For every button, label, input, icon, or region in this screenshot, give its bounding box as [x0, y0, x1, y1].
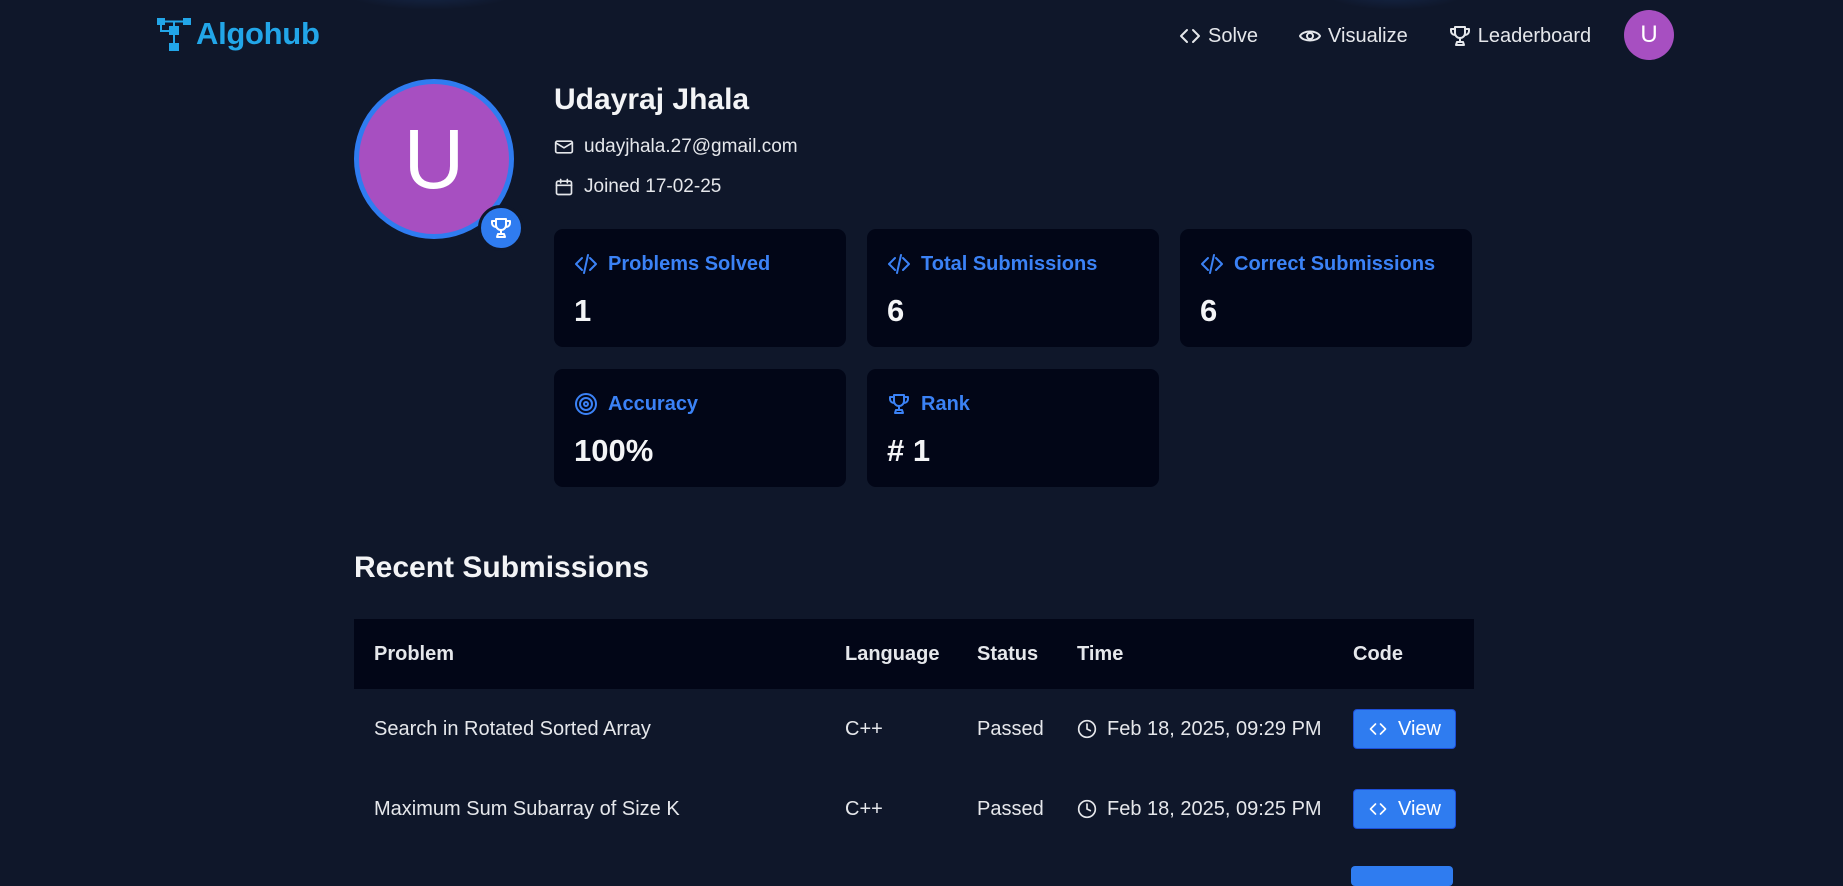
column-header-status: Status	[977, 642, 1039, 665]
submission-time: Feb 18, 2025, 09:29 PM	[1107, 717, 1322, 740]
mail-icon	[554, 140, 574, 154]
clock-icon	[1077, 719, 1097, 739]
brand-logo-link[interactable]: Algohub	[155, 15, 320, 53]
nav-link-label: Leaderboard	[1477, 24, 1592, 47]
joined-date: Joined 17-02-25	[584, 176, 722, 197]
stat-label: Total Submissions	[921, 252, 1098, 275]
stat-card-rank: Rank # 1	[867, 369, 1159, 487]
column-header-language: Language	[845, 642, 940, 665]
trophy-icon	[889, 394, 909, 414]
recent-submissions-title: Recent Submissions	[354, 551, 650, 584]
stat-header: Correct Submissions	[1200, 251, 1452, 277]
target-icon	[575, 393, 597, 415]
submissions-table: Problem Language Status Time Code Search…	[354, 619, 1474, 849]
user-avatar-button[interactable]: U	[1624, 10, 1674, 60]
submission-time: Feb 18, 2025, 09:25 PM	[1107, 797, 1322, 820]
view-button-label: View	[1398, 797, 1441, 820]
language: C++	[845, 717, 883, 740]
stat-header: Problems Solved	[574, 251, 826, 277]
brand-name: Algohub	[196, 16, 320, 51]
calendar-icon	[555, 178, 573, 196]
language: C++	[845, 797, 883, 820]
view-button-label: View	[1398, 717, 1441, 740]
navbar-glow	[1320, 0, 1470, 10]
time-cell: Feb 18, 2025, 09:25 PM	[1057, 769, 1333, 849]
rank-badge	[478, 205, 524, 251]
column-header-problem: Problem	[374, 642, 455, 665]
table-header-row: Problem Language Status Time Code	[354, 619, 1474, 689]
profile-avatar-wrap: U	[354, 79, 524, 251]
stat-header: Accuracy	[574, 391, 826, 417]
table-row: Search in Rotated Sorted Array C++ Passe…	[354, 689, 1474, 769]
eye-icon	[1299, 30, 1322, 42]
nav-links: Solve Visualize Leaderboard	[1178, 20, 1631, 52]
nav-link-leaderboard[interactable]: Leaderboard	[1448, 20, 1591, 52]
view-code-button[interactable]: View	[1353, 789, 1456, 829]
stat-card-total-submissions: Total Submissions 6	[867, 229, 1159, 347]
nav-link-label: Solve	[1208, 24, 1259, 47]
code-icon	[1369, 803, 1387, 815]
user-email: udayjhala.27@gmail.com	[584, 136, 798, 157]
user-info: Udayraj Jhala udayjhala.27@gmail.com Joi…	[554, 80, 798, 214]
trophy-icon	[491, 218, 511, 238]
nav-link-label: Visualize	[1328, 24, 1408, 47]
nav-link-solve[interactable]: Solve	[1178, 20, 1258, 52]
stat-card-problems-solved: Problems Solved 1	[554, 229, 846, 347]
stat-value: 1	[574, 293, 592, 328]
stat-card-correct-submissions: Correct Submissions 6	[1180, 229, 1472, 347]
stat-card-accuracy: Accuracy 100%	[554, 369, 846, 487]
code-icon	[1180, 29, 1200, 43]
email-row: udayjhala.27@gmail.com	[554, 134, 798, 160]
code-icon	[1201, 254, 1223, 274]
joined-row: Joined 17-02-25	[554, 174, 798, 200]
view-code-button-partial[interactable]	[1351, 866, 1453, 886]
code-icon	[1369, 723, 1387, 735]
code-icon	[888, 254, 910, 274]
stat-label: Accuracy	[608, 392, 699, 415]
nav-link-visualize[interactable]: Visualize	[1298, 20, 1408, 52]
stat-label: Correct Submissions	[1234, 252, 1436, 275]
navbar: Algohub Solve Visualize Leaderboard U	[0, 0, 1843, 72]
stat-value: 100%	[574, 433, 654, 468]
navbar-glow	[340, 0, 520, 10]
view-code-button[interactable]: View	[1353, 709, 1456, 749]
stat-header: Total Submissions	[887, 251, 1139, 277]
code-cell: View	[1333, 769, 1474, 849]
table-row: Maximum Sum Subarray of Size K C++ Passe…	[354, 769, 1474, 849]
user-name: Udayraj Jhala	[554, 83, 750, 116]
stat-value: # 1	[887, 433, 931, 468]
algohub-logo-icon	[157, 18, 191, 51]
trophy-icon	[1449, 26, 1470, 46]
stat-label: Rank	[921, 392, 970, 415]
problem-name: Maximum Sum Subarray of Size K	[374, 797, 680, 820]
code-icon	[575, 254, 597, 274]
code-cell: View	[1333, 689, 1474, 769]
column-header-code: Code	[1353, 642, 1403, 665]
status-badge: Passed	[977, 717, 1044, 740]
stat-label: Problems Solved	[608, 252, 771, 275]
stat-value: 6	[1200, 293, 1218, 328]
stat-value: 6	[887, 293, 905, 328]
status-badge: Passed	[977, 797, 1044, 820]
time-cell: Feb 18, 2025, 09:29 PM	[1057, 689, 1333, 769]
column-header-time: Time	[1077, 642, 1124, 665]
problem-name: Search in Rotated Sorted Array	[374, 717, 651, 740]
clock-icon	[1077, 799, 1097, 819]
stat-header: Rank	[887, 391, 1139, 417]
